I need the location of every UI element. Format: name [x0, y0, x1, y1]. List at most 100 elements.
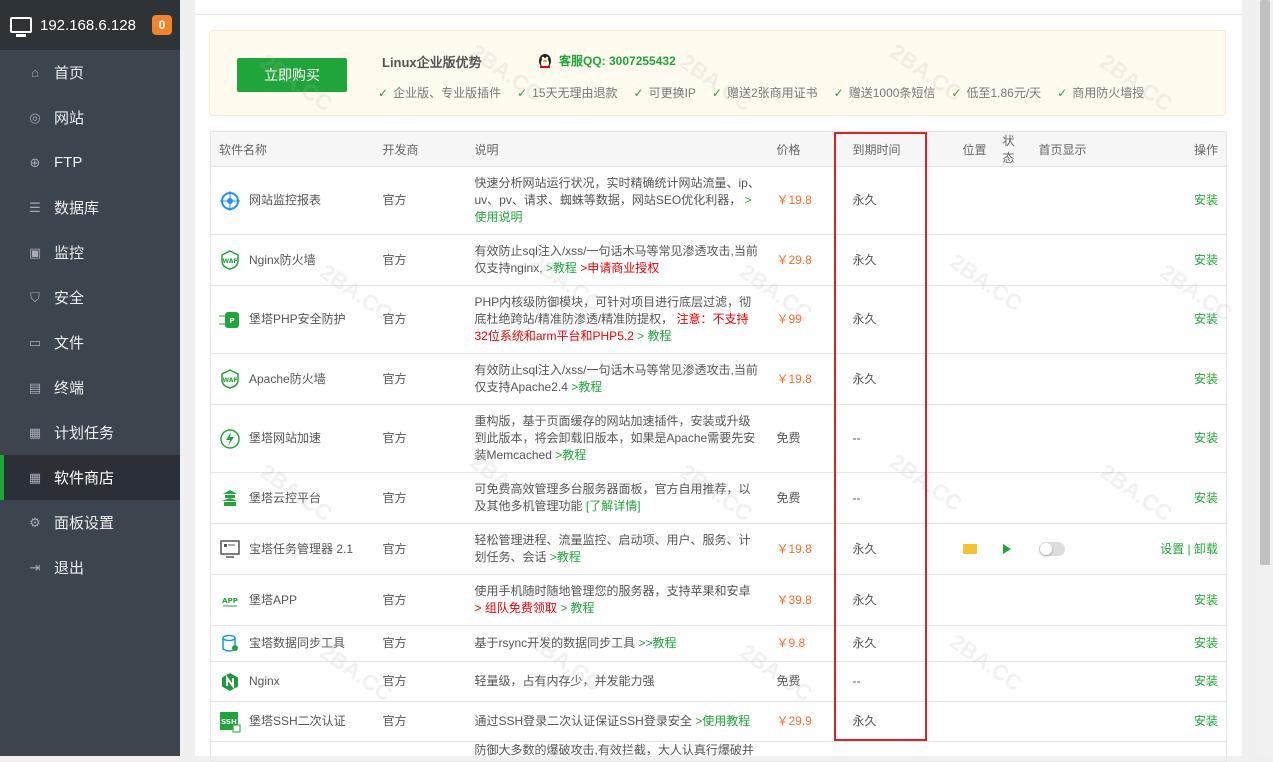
sidebar-item-10[interactable]: ⚙ 面板设置: [0, 500, 180, 545]
status-cell: [994, 701, 1031, 742]
price: ￥9.8: [768, 625, 831, 662]
feature-item: ✓ 商用防火墙授: [1057, 84, 1144, 101]
software-name[interactable]: 网站监控报表: [249, 192, 321, 209]
scrollbar-thumb[interactable]: [1260, 0, 1270, 565]
install-link[interactable]: 安装: [1194, 636, 1218, 650]
logout-icon: ⇥: [29, 559, 41, 575]
sidebar-item-label: 面板设置: [54, 515, 115, 532]
software-name[interactable]: 堡塔APP: [249, 592, 297, 609]
check-icon: ✓: [633, 86, 644, 100]
qq-number: 客服QQ: 3007255432: [559, 54, 676, 68]
feature-item: ✓ 赠送2张商用证书: [712, 84, 818, 101]
software-name[interactable]: 堡塔PHP安全防护: [249, 311, 346, 328]
install-link[interactable]: 安装: [1194, 593, 1218, 607]
qq-support[interactable]: 客服QQ: 3007255432: [536, 52, 676, 69]
table-row: APP 堡塔APP 官方 使用手机随时随地管理您的服务器，支持苹果和安卓 > 组队免费…: [210, 574, 1227, 626]
desc-link[interactable]: > 教程: [560, 601, 594, 615]
notification-badge[interactable]: 0: [152, 15, 172, 35]
description-cell: 基于rsync开发的数据同步工具 >>教程: [466, 625, 769, 662]
sidebar-item-2[interactable]: ⊕ FTP: [0, 140, 180, 185]
col-desc: 说明: [466, 131, 769, 167]
software-name[interactable]: 宝塔任务管理器 2.1: [249, 541, 353, 558]
software-name[interactable]: Nginx: [249, 673, 280, 690]
feature-label: 赠送1000条短信: [848, 86, 936, 100]
folder-icon[interactable]: [962, 544, 977, 555]
sidebar-item-0[interactable]: ⌂ 首页: [0, 50, 180, 95]
desc-promo-link[interactable]: > 组队免费领取: [475, 601, 557, 615]
price: ￥19.8: [768, 166, 831, 235]
desc-link[interactable]: >教程: [546, 261, 577, 275]
table-row: 堡塔云控平台 官方 可免费高效管理多台服务器面板，官方自用推荐，以及其他多机管理功能…: [210, 472, 1227, 524]
desc-link[interactable]: >>教程: [639, 636, 677, 650]
description: 轻量级，占有内存少，并发能力强: [474, 674, 655, 688]
col-name[interactable]: 软件名称: [210, 131, 375, 167]
install-link[interactable]: 安装: [1194, 372, 1218, 386]
sidebar-item-label: 计划任务: [54, 425, 115, 442]
install-link[interactable]: 安装: [1194, 714, 1218, 728]
desc-link[interactable]: [了解详情]: [586, 499, 641, 513]
feature-item: ✓ 赠送1000条短信: [834, 84, 936, 101]
price: ￥19.8: [768, 523, 831, 575]
table-row: WAF Apache防火墙 官方 有效防止sql注入/xss/一句话木马等常见渗透攻击…: [210, 353, 1227, 405]
sidebar-item-11[interactable]: ⇥ 退出: [0, 545, 180, 590]
sidebar-item-1[interactable]: ◎ 网站: [0, 95, 180, 140]
desc-link[interactable]: > 教程: [637, 329, 671, 343]
waf-icon: WAF: [219, 368, 241, 390]
col-op: 操作: [1130, 131, 1227, 167]
install-link[interactable]: 安装: [1194, 491, 1218, 505]
cloud-control-icon: [219, 487, 241, 509]
calendar-icon: ▦: [28, 424, 42, 440]
sidebar-item-8[interactable]: ▦ 计划任务: [0, 410, 180, 455]
desc-link[interactable]: >教程: [571, 380, 602, 394]
developer: 官方: [374, 523, 467, 575]
sidebar-item-3[interactable]: ☰ 数据库: [0, 185, 180, 230]
install-link[interactable]: 安装: [1194, 253, 1218, 267]
sidebar-item-4[interactable]: ▣ 监控: [0, 230, 180, 275]
software-name[interactable]: Nginx防火墙: [249, 252, 316, 269]
software-name[interactable]: 堡塔SSH二次认证: [249, 713, 346, 730]
software-name[interactable]: 宝塔数据同步工具: [249, 635, 345, 652]
feature-item: ✓ 15天无理由退款: [517, 84, 617, 101]
software-name[interactable]: Apache防火墙: [249, 371, 326, 388]
description-cell: 轻量级，占有内存少，并发能力强: [466, 661, 769, 702]
home-display-cell: [1030, 166, 1131, 235]
name-cell: Nginx: [210, 661, 375, 702]
install-link[interactable]: 安装: [1194, 674, 1218, 688]
name-cell: APP 堡塔APP: [210, 574, 375, 626]
site-monitor-icon: [219, 190, 241, 212]
home-display-cell: [1030, 353, 1131, 405]
col-pos: 位置: [954, 131, 995, 167]
settings-uninstall-links[interactable]: 设置 | 卸载: [1160, 542, 1218, 556]
shield-icon: ⛉: [30, 289, 40, 305]
desc-link[interactable]: >教程: [555, 448, 586, 462]
home-display-toggle[interactable]: [1038, 542, 1065, 557]
sidebar-item-7[interactable]: ▤ 终端: [0, 365, 180, 410]
col-price[interactable]: 价格: [768, 131, 831, 167]
price: ￥29.9: [768, 701, 831, 742]
install-link[interactable]: 安装: [1194, 193, 1218, 207]
sidebar: 192.168.6.128 0 ⌂ 首页 ◎ 网站 ⊕ FTP ☰ 数据库 ▣ 监控 ⛉ 安全 ▭ 文件 ▤…: [0, 0, 180, 756]
svg-text:WAF: WAF: [222, 258, 237, 265]
software-name[interactable]: 堡塔云控平台: [249, 490, 321, 507]
sidebar-item-6[interactable]: ▭ 文件: [0, 320, 180, 365]
home-icon: ⌂: [31, 64, 39, 80]
software-name[interactable]: 堡塔网站加速: [249, 430, 321, 447]
table-header-row: 软件名称 开发商 说明 价格 到期时间 位置 状态 首页显示 操作: [210, 131, 1227, 167]
scrollbar[interactable]: [1257, 0, 1273, 756]
desc-link[interactable]: >使用教程: [695, 714, 750, 728]
sidebar-item-label: 文件: [54, 335, 85, 352]
buy-now-button[interactable]: 立即购买: [237, 58, 347, 92]
sidebar-item-9[interactable]: ▦ 软件商店: [0, 455, 180, 500]
sidebar-item-label: FTP: [54, 154, 83, 171]
desc-link-2[interactable]: >申请商业授权: [580, 261, 659, 275]
install-link[interactable]: 安装: [1194, 312, 1218, 326]
server-ip: 192.168.6.128: [40, 16, 136, 34]
sidebar-item-5[interactable]: ⛉ 安全: [0, 275, 180, 320]
description-cell: PHP内核级防御模块，可针对项目进行底层过滤，彻底杜绝跨站/精准防渗透/精准防提…: [466, 285, 769, 354]
svg-text:P: P: [229, 317, 234, 325]
price: 免费: [768, 404, 831, 473]
install-link[interactable]: 安装: [1194, 431, 1218, 445]
position-cell: [954, 166, 995, 235]
play-icon[interactable]: [1002, 544, 1011, 555]
desc-link[interactable]: >教程: [550, 550, 581, 564]
